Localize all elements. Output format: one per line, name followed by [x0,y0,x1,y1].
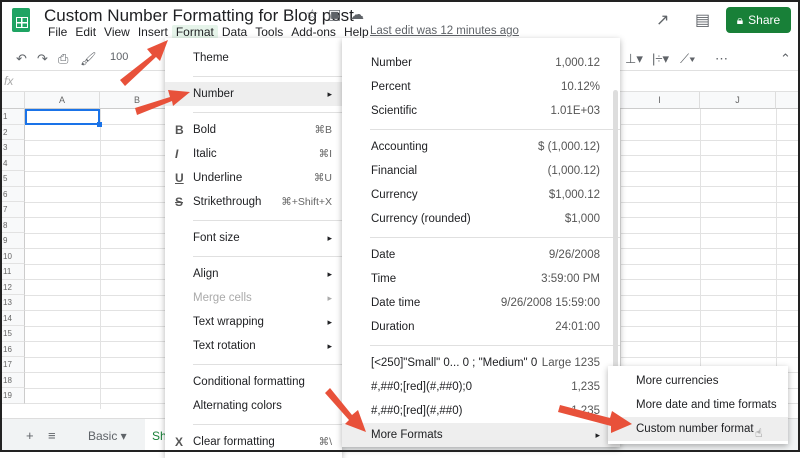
annotation-arrows [120,40,632,433]
arrow-to-number [135,90,190,115]
arrow-to-custom-number-format [558,405,632,433]
arrow-to-more-formats [325,388,366,432]
arrow-to-format-menu [120,40,168,86]
